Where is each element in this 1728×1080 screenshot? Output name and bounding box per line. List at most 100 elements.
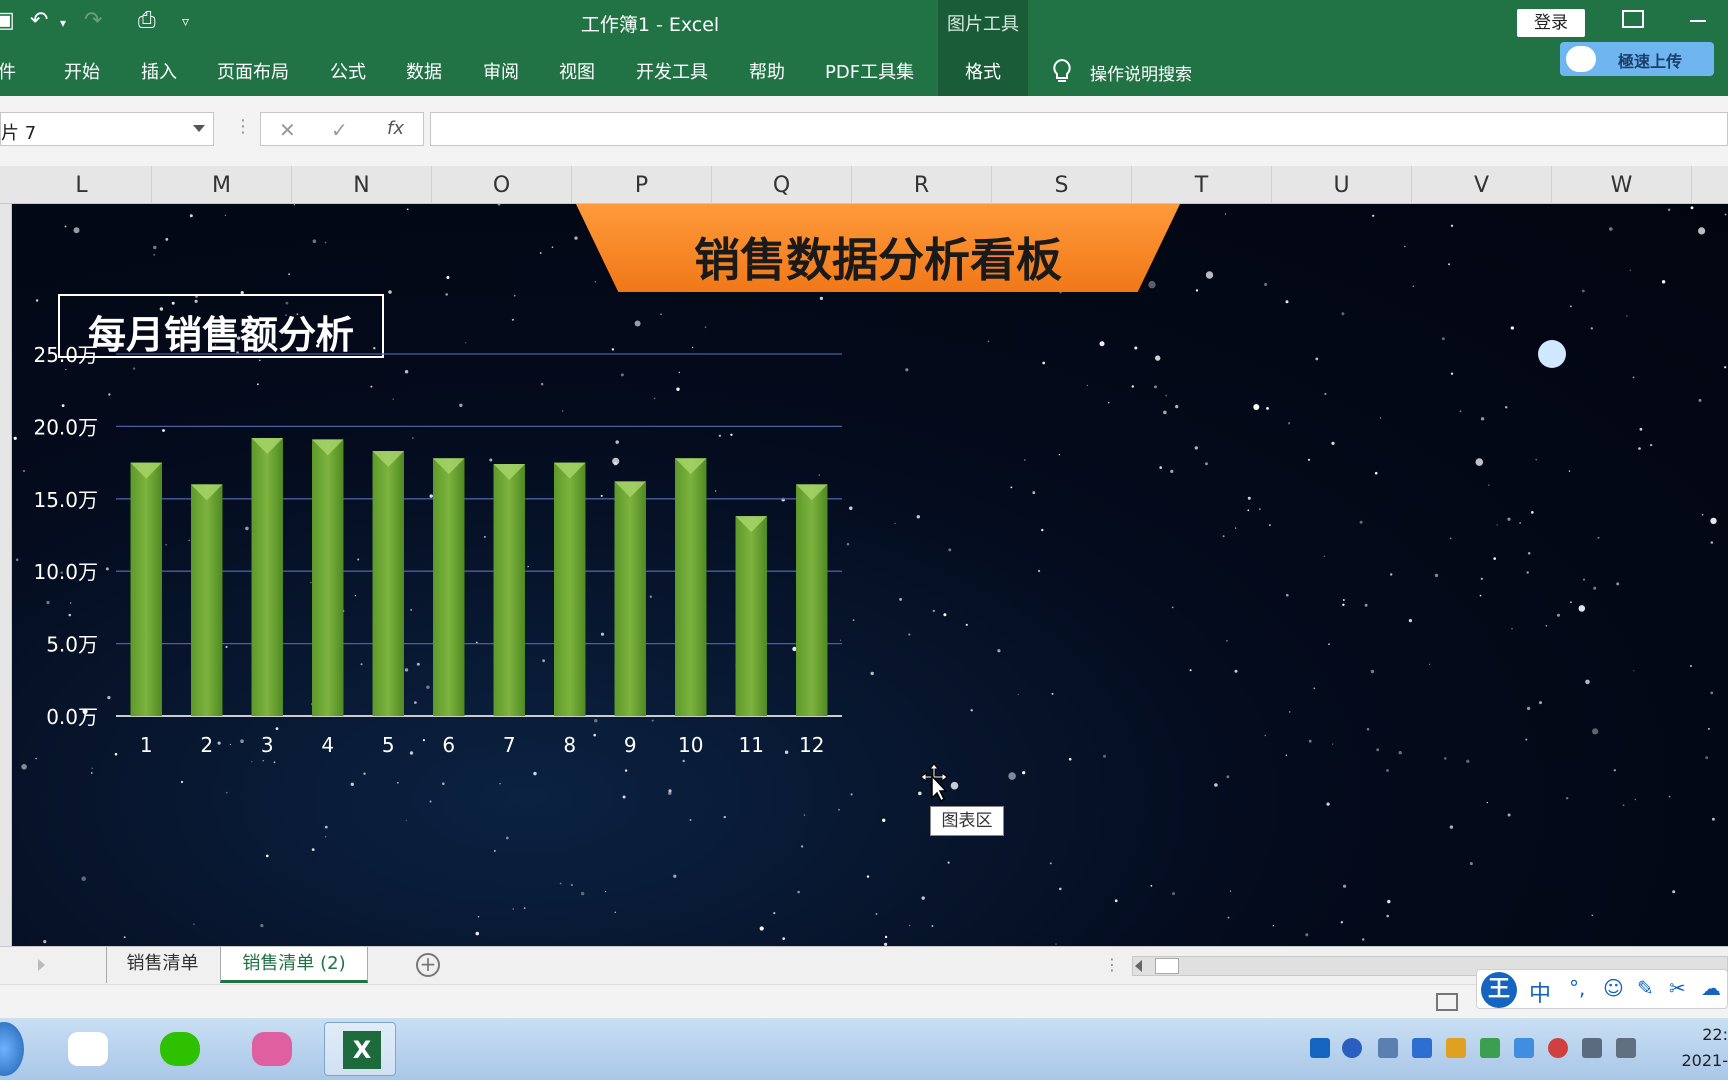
column-header[interactable]: U [1272,166,1412,204]
ime-toolbar[interactable]: 王 中 °, ☺ ✎ ✂ ☁ [1476,969,1728,1009]
ime-mode-toggle[interactable]: 中 [1529,976,1551,1008]
add-sheet-icon[interactable]: + [416,953,440,977]
help-tray-icon[interactable] [1342,1038,1362,1058]
bar-month-3[interactable] [251,437,283,716]
tab-review[interactable]: 审阅 [483,58,519,84]
display-tray-icon[interactable] [1616,1038,1636,1058]
tab-page-layout[interactable]: 页面布局 [217,58,289,84]
clock-date: 2021- [1681,1051,1728,1070]
bar-month-1[interactable] [130,462,162,716]
cloud-icon[interactable]: ☁ [1701,976,1721,1000]
nvidia-tray-icon[interactable] [1480,1038,1500,1058]
formula-input[interactable] [430,112,1728,146]
y-tick-label: 5.0万 [46,633,98,657]
x-tick-label: 1 [140,733,153,757]
tab-file[interactable]: 件 [0,58,16,84]
sheet-tab-sales-list-2[interactable]: 销售清单 (2) [220,947,368,983]
pen-icon[interactable]: ✎ [1637,976,1654,1000]
bar-month-5[interactable] [372,451,404,716]
column-header[interactable]: M [152,166,292,204]
tab-formulas[interactable]: 公式 [330,58,366,84]
excel-taskbar-icon[interactable]: X [324,1022,396,1076]
network-tray-icon[interactable] [1378,1038,1398,1058]
scroll-left-icon[interactable] [1135,960,1142,972]
chevron-down-icon[interactable] [193,125,205,132]
volume-icon[interactable] [1582,1038,1602,1058]
monthly-sales-chart[interactable]: 0.0万5.0万10.0万15.0万20.0万25.0万1 2 3 4 5 6 7 8 9 10 1… [12,204,972,824]
sheet-nav-right-icon[interactable] [38,959,45,971]
security-shield-icon[interactable] [1412,1038,1432,1058]
x-tick-label: 5 [382,733,395,757]
tab-format[interactable]: 格式 [938,46,1028,96]
formula-buttons: ✕ ✓ fx [260,112,424,146]
column-header[interactable]: L [12,166,152,204]
tab-help[interactable]: 帮助 [749,58,785,84]
bar-month-12[interactable] [796,484,828,716]
column-header[interactable]: T [1132,166,1272,204]
column-header[interactable]: Q [712,166,852,204]
normal-view-icon[interactable] [1436,993,1458,1011]
tray-app-icon[interactable] [1446,1038,1466,1058]
tab-view[interactable]: 视图 [559,58,595,84]
taskbar-clock[interactable]: 22: 2021- [1664,1022,1728,1074]
column-header[interactable]: O [432,166,572,204]
minimize-icon[interactable] [1690,20,1706,22]
tab-home[interactable]: 开始 [64,58,100,84]
cancel-icon[interactable]: ✕ [279,118,296,142]
insert-function-icon[interactable]: fx [387,118,404,139]
scissors-icon[interactable]: ✂ [1669,976,1686,1000]
start-button-icon[interactable] [0,1022,24,1076]
document-title: 工作簿1 - Excel [580,14,720,36]
bar-month-11[interactable] [735,516,767,716]
bright-star [1538,340,1566,368]
baidu-netdisk-icon [68,1032,108,1066]
ime-logo-icon[interactable]: 王 [1481,972,1517,1008]
bar-month-6[interactable] [433,458,465,716]
fast-upload-label: 極速上传 [1618,52,1683,71]
x-tick-label: 10 [678,733,703,757]
sheet-tab-sales-list[interactable]: 销售清单 [106,947,218,983]
column-header[interactable]: R [852,166,992,204]
fast-upload-button[interactable]: 極速上传 [1560,42,1714,76]
column-header[interactable]: V [1412,166,1552,204]
bar-month-9[interactable] [614,481,646,716]
baidu-tray-icon[interactable] [1514,1038,1534,1058]
wechat-taskbar-icon[interactable] [144,1022,216,1076]
row-headers[interactable] [0,204,12,946]
ime-tray-icon[interactable] [1310,1038,1330,1058]
worksheet-area[interactable]: 销售数据分析看板 每月销售额分析 0.0万 5.0万 10.0万 15.0万 20.0万… [0,204,1728,946]
tell-me-search[interactable]: 操作说明搜索 [1090,60,1192,85]
tab-developer[interactable]: 开发工具 [636,58,708,84]
dashboard-image[interactable]: 销售数据分析看板 每月销售额分析 0.0万 5.0万 10.0万 15.0万 20.0万… [12,204,1728,946]
y-tick-label: 10.0万 [33,560,98,584]
login-button[interactable]: 登录 [1517,9,1585,37]
tab-insert[interactable]: 插入 [141,58,177,84]
bar-month-4[interactable] [312,439,344,716]
bar-month-8[interactable] [554,462,586,716]
drag-handle-icon[interactable]: ⋮ [234,116,252,137]
enter-icon[interactable]: ✓ [331,118,348,142]
antivirus-tray-icon[interactable] [1548,1038,1568,1058]
sheet-tabs-bar: 销售清单 销售清单 (2) + ⋮ [0,946,1728,984]
y-tick-label: 25.0万 [33,343,98,367]
column-header[interactable]: N [292,166,432,204]
bar-month-7[interactable] [493,464,525,716]
baidu-netdisk-taskbar-icon[interactable] [52,1022,124,1076]
bar-month-10[interactable] [675,458,707,716]
punctuation-icon[interactable]: °, [1569,976,1585,1000]
bar-month-2[interactable] [191,484,223,716]
column-header[interactable]: W [1552,166,1692,204]
tab-data[interactable]: 数据 [406,58,442,84]
column-header[interactable]: S [992,166,1132,204]
taskbar: X 22: 2021- [0,1018,1728,1080]
splitter-handle-icon[interactable]: ⋮ [1104,955,1120,974]
emoji-icon[interactable]: ☺ [1603,976,1624,1000]
column-header[interactable]: P [572,166,712,204]
tab-pdf-tools[interactable]: PDF工具集 [825,58,914,84]
name-box[interactable]: 片 7 [0,112,214,146]
game-taskbar-icon[interactable] [236,1022,308,1076]
x-tick-label: 6 [442,733,455,757]
x-tick-label: 7 [503,733,516,757]
ribbon-display-options-icon[interactable] [1622,10,1644,28]
scroll-thumb[interactable] [1155,958,1179,974]
